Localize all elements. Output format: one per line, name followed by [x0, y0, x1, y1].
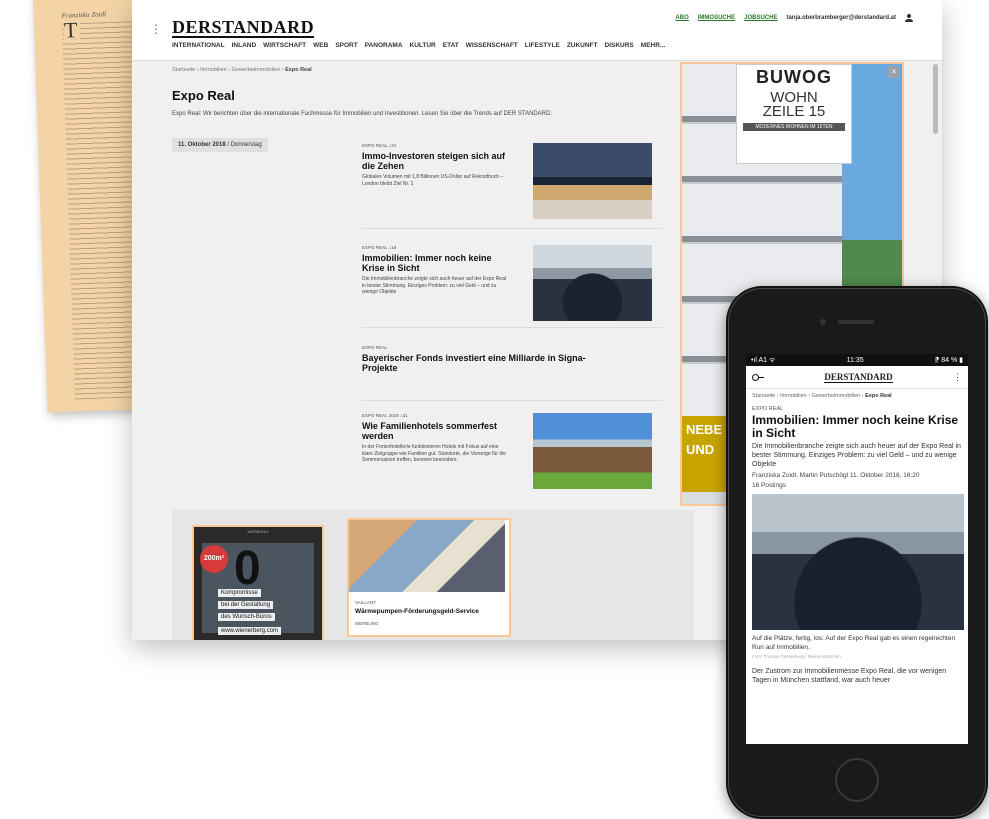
- mobile-meta: Franziska Zoidl, Martin Putschögl 11. Ok…: [752, 472, 962, 479]
- nav-lifestyle[interactable]: LIFESTYLE: [525, 42, 560, 49]
- article-title[interactable]: Wie Familienhotels sommerfest werden: [362, 421, 512, 441]
- ad-label: WERBUNG: [247, 529, 269, 534]
- jobsuche-link[interactable]: JOBSUCHE: [744, 15, 777, 21]
- status-time: 11:35: [846, 356, 864, 364]
- card-ad-label: WERBUNG: [355, 621, 379, 626]
- menu-kebab-icon[interactable]: ⋮: [150, 22, 162, 36]
- phone-screen: •ıl A1 ᯤ 11:35 ⁋ 84 % ▮ DERSTANDARD ⋮ St…: [746, 354, 968, 744]
- breadcrumb: Startseite › Immobilien › Gewerbeimmobil…: [172, 67, 312, 73]
- page-intro: Expo Real: Wir berichten über die intern…: [172, 111, 553, 117]
- article-thumbnail[interactable]: [533, 143, 652, 219]
- card-title[interactable]: Wärmepumpen-Förderungsgeld-Service: [355, 608, 509, 615]
- ad-line: des Wunsch-Büros: [218, 613, 275, 621]
- ad-line: Kompromisse: [218, 589, 261, 597]
- user-icon[interactable]: [905, 14, 913, 22]
- article-teaser[interactable]: EXPO REAL ⌂16 Immobilien: Immer noch kei…: [362, 245, 662, 328]
- nav-diskurs[interactable]: DISKURS: [605, 42, 634, 49]
- article-thumbnail[interactable]: [533, 245, 652, 321]
- top-links: ABO IMMOSUCHE JOBSUCHE tanja.oberbramber…: [675, 14, 913, 22]
- article-thumbnail[interactable]: [533, 413, 652, 489]
- ad-line: bei der Gestaltung: [218, 601, 274, 609]
- ad-brand: BUWOG: [756, 67, 832, 87]
- article-teaser[interactable]: EXPO REAL 2018 ⌂31 Wie Familienhotels so…: [362, 413, 662, 503]
- ad-badge: 200m²: [200, 545, 228, 573]
- phone-camera-icon: [820, 319, 826, 325]
- mobile-datetime: 11. Oktober 2018, 16:20: [849, 472, 920, 479]
- mobile-paragraph: Der Zustrom zur Immobilienmesse Expo Rea…: [752, 668, 947, 684]
- nav-mehr[interactable]: MEHR...: [641, 42, 666, 49]
- article-title[interactable]: Bayerischer Fonds investiert eine Millia…: [362, 353, 612, 373]
- mobile-breadcrumb: Startseite › Immobilien › Gewerbeimmobil…: [752, 393, 962, 399]
- signal-icon: •ıl A1 ᯤ: [751, 356, 776, 364]
- nav-etat[interactable]: ETAT: [443, 42, 459, 49]
- status-bar: •ıl A1 ᯤ 11:35 ⁋ 84 % ▮: [746, 354, 968, 366]
- card-image: [349, 520, 505, 592]
- article-teaser[interactable]: EXPO REAL Bayerischer Fonds investiert e…: [362, 345, 662, 401]
- nav-kultur[interactable]: KULTUR: [410, 42, 436, 49]
- mobile-authors[interactable]: Franziska Zoidl, Martin Putschögl: [752, 472, 848, 479]
- newspaper-dropcap: T: [64, 17, 81, 43]
- main-nav: INTERNATIONAL INLAND WIRTSCHAFT WEB SPOR…: [172, 42, 665, 49]
- abo-link[interactable]: ABO: [675, 15, 688, 21]
- date-weekday: / Donnerstag: [227, 142, 262, 148]
- nav-international[interactable]: INTERNATIONAL: [172, 42, 225, 49]
- article-teaser-text: Globales Volumen mit 1,8 Billionen US-Do…: [362, 174, 504, 187]
- nav-wirtschaft[interactable]: WIRTSCHAFT: [263, 42, 306, 49]
- nav-panorama[interactable]: PANORAMA: [365, 42, 403, 49]
- ad-sub: MODERNES WOHNEN IM 15TEN: [743, 123, 845, 131]
- home-button[interactable]: [835, 758, 879, 802]
- mobile-credit: Foto: Thomas Plettenberg / Messe München: [752, 654, 841, 659]
- mobile-article-image[interactable]: [752, 494, 964, 630]
- phone-speaker: [838, 320, 874, 324]
- breadcrumb-current: Expo Real: [285, 67, 312, 73]
- mobile-article: Startseite › Immobilien › Gewerbeimmobil…: [746, 389, 968, 689]
- page-title: Expo Real: [172, 88, 235, 103]
- mobile-logo[interactable]: DERSTANDARD: [824, 372, 893, 383]
- date-header: 11. Oktober 2018 / Donnerstag: [172, 138, 268, 152]
- ad-big-zero: 0: [234, 542, 261, 595]
- nav-zukunft[interactable]: ZUKUNFT: [567, 42, 598, 49]
- card-kicker: VAILLANT: [355, 600, 376, 605]
- more-icon[interactable]: ⋮: [953, 372, 962, 383]
- smartphone: •ıl A1 ᯤ 11:35 ⁋ 84 % ▮ DERSTANDARD ⋮ St…: [726, 286, 988, 819]
- nav-wissenschaft[interactable]: WISSENSCHAFT: [466, 42, 518, 49]
- wienerberger-ad[interactable]: WERBUNG 0 200m² Kompromisse bei der Gest…: [192, 525, 324, 640]
- mobile-kicker: EXPO REAL: [752, 406, 784, 412]
- ad-close-icon[interactable]: ×: [888, 66, 900, 78]
- ad-url: www.wienerberg.com: [218, 627, 282, 635]
- ad-brand-panel: BUWOG WOHN ZEILE 15 MODERNES WOHNEN IM 1…: [736, 64, 852, 164]
- nav-inland[interactable]: INLAND: [232, 42, 257, 49]
- site-header: ⋮ DERSTANDARD INTERNATIONAL INLAND WIRTS…: [132, 0, 942, 61]
- mobile-teaser: Die Immobilienbranche zeigte sich auch h…: [752, 443, 961, 468]
- immosuche-link[interactable]: IMMOSUCHE: [698, 15, 735, 21]
- sponsored-card[interactable]: VAILLANT Wärmepumpen-Förderungsgeld-Serv…: [347, 518, 511, 637]
- article-title[interactable]: Immo-Investoren steigen sich auf die Zeh…: [362, 151, 512, 171]
- site-logo[interactable]: DERSTANDARD: [172, 18, 315, 38]
- key-icon[interactable]: [752, 374, 764, 381]
- breadcrumb-path[interactable]: Startseite › Immobilien › Gewerbeimmobil…: [172, 67, 284, 73]
- scrollbar[interactable]: [933, 64, 938, 134]
- mobile-breadcrumb-path[interactable]: Startseite › Immobilien › Gewerbeimmobil…: [752, 393, 864, 399]
- mobile-caption: Auf die Plätze, fertig, los: Auf der Exp…: [752, 635, 956, 651]
- article-teaser-text: Die Immobilienbranche zeigte sich auch h…: [362, 276, 506, 295]
- mobile-title: Immobilien: Immer noch keine Krise in Si…: [752, 413, 959, 440]
- nav-web[interactable]: WEB: [313, 42, 328, 49]
- date-day: 11. Oktober 2018: [178, 142, 226, 148]
- mobile-header: DERSTANDARD ⋮: [746, 366, 968, 389]
- user-email[interactable]: tanja.oberbramberger@derstandard.at: [786, 15, 896, 21]
- article-kicker: EXPO REAL: [362, 345, 388, 350]
- mobile-breadcrumb-current: Expo Real: [865, 393, 892, 399]
- battery-icon: ⁋ 84 % ▮: [934, 357, 963, 364]
- article-title[interactable]: Immobilien: Immer noch keine Krise in Si…: [362, 253, 512, 273]
- mobile-postings[interactable]: 16 Postings: [752, 482, 962, 489]
- article-teaser-text: In der Ferienhotellerie funktionieren Ho…: [362, 444, 506, 463]
- article-teaser[interactable]: EXPO REAL ⌂31 Immo-Investoren steigen si…: [362, 143, 662, 229]
- ad-zeile: ZEILE 15: [762, 103, 826, 120]
- nav-sport[interactable]: SPORT: [335, 42, 357, 49]
- promo-strip: WERBUNG 0 200m² Kompromisse bei der Gest…: [172, 510, 694, 640]
